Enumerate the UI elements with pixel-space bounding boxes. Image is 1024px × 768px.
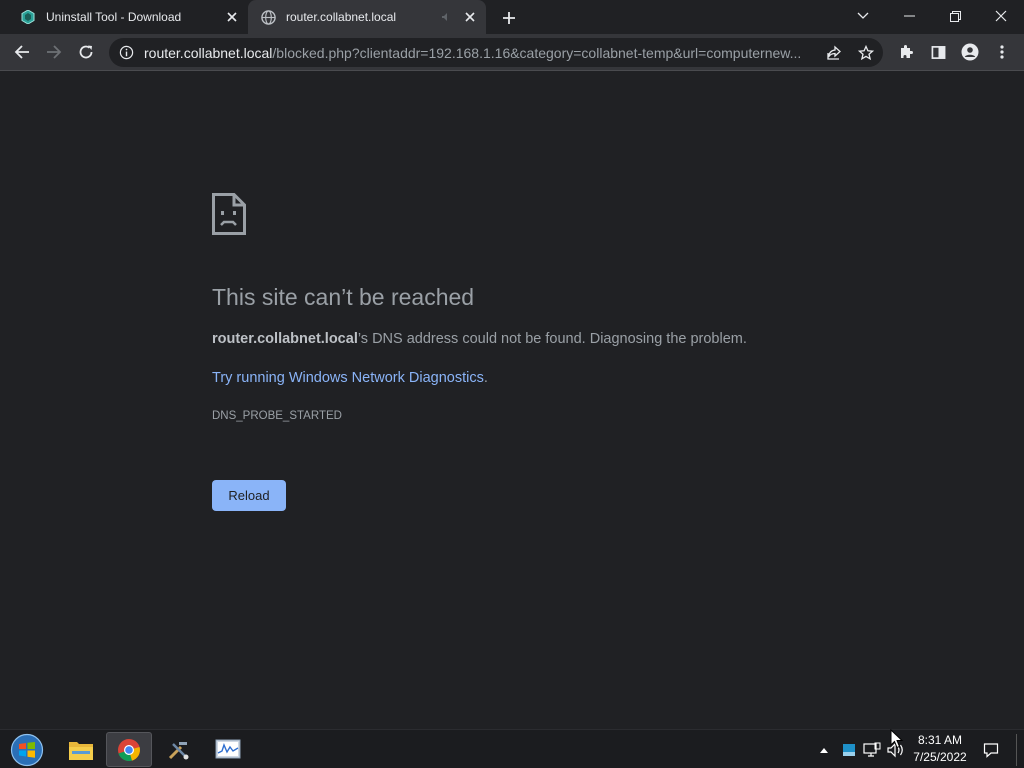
close-window-button[interactable] <box>978 0 1024 32</box>
menu-icon[interactable] <box>988 38 1016 66</box>
clock-time: 8:31 AM <box>917 733 963 747</box>
network-diagnostics-link[interactable]: Try running Windows Network Diagnostics <box>212 370 484 386</box>
page-title: This site can’t be reached <box>212 284 475 310</box>
network-diagnostics-line: Try running Windows Network Diagnostics. <box>212 370 488 386</box>
tab-uninstall-tool[interactable]: Uninstall Tool - Download <box>8 0 248 34</box>
new-tab-button[interactable] <box>498 7 520 29</box>
notifications-button[interactable] <box>980 734 1002 766</box>
audio-icon <box>440 11 452 23</box>
performance-monitor-icon <box>215 739 241 758</box>
side-panel-icon[interactable] <box>924 38 952 66</box>
url-path: /blocked.php?clientaddr=192.168.1.16&cat… <box>272 44 802 61</box>
tab-search-button[interactable] <box>840 0 886 32</box>
mouse-cursor-icon <box>890 729 904 749</box>
tray-app-button[interactable] <box>840 734 858 766</box>
error-description: router.collabnet.local’s DNS address cou… <box>212 331 747 347</box>
link-suffix: . <box>483 370 488 386</box>
performance-monitor-button[interactable] <box>205 732 251 767</box>
clock-date: 7/25/2022 <box>913 750 967 764</box>
file-explorer-button[interactable] <box>58 732 104 767</box>
network-icon <box>863 742 881 757</box>
close-tab-icon[interactable] <box>224 9 240 25</box>
reload-button[interactable]: Reload <box>212 480 286 511</box>
uninstall-tool-icon <box>20 9 36 25</box>
start-button[interactable] <box>6 732 48 767</box>
globe-icon <box>260 9 276 25</box>
profile-icon[interactable] <box>956 38 984 66</box>
windows-start-icon <box>10 733 44 766</box>
tools-icon <box>168 741 189 759</box>
tab-strip: Uninstall Tool - Download router.collabn… <box>0 0 1024 34</box>
error-code: DNS_PROBE_STARTED <box>212 410 342 422</box>
error-message: ’s DNS address could not be found. Diagn… <box>357 331 747 347</box>
error-host: router.collabnet.local <box>212 331 358 347</box>
taskbar-clock[interactable]: 8:31 AM 7/25/2022 <box>908 732 972 766</box>
notification-icon <box>983 743 999 758</box>
network-tray-button[interactable] <box>862 734 882 766</box>
bookmark-star-icon[interactable] <box>857 44 875 62</box>
tab-title: Uninstall Tool - Download <box>46 10 182 24</box>
show-hidden-icons-button[interactable] <box>816 734 832 766</box>
forward-button[interactable] <box>40 38 68 66</box>
tab-title: router.collabnet.local <box>286 10 397 24</box>
url-host: router.collabnet.local <box>144 44 273 61</box>
reload-icon[interactable] <box>72 38 100 66</box>
close-tab-icon[interactable] <box>462 9 478 25</box>
url-text[interactable]: router.collabnet.local/blocked.php?clien… <box>144 45 816 61</box>
file-explorer-icon <box>69 741 93 760</box>
address-bar[interactable]: router.collabnet.local/blocked.php?clien… <box>109 38 883 67</box>
back-button[interactable] <box>8 38 36 66</box>
taskbar: 8:31 AM 7/25/2022 <box>0 729 1024 768</box>
chrome-taskbar-button[interactable] <box>106 732 152 767</box>
error-page: This site can’t be reached router.collab… <box>0 72 1024 729</box>
restore-button[interactable] <box>932 0 978 32</box>
share-icon[interactable] <box>825 44 843 62</box>
sad-page-icon <box>212 193 246 235</box>
tab-router[interactable]: router.collabnet.local <box>248 0 486 34</box>
browser-toolbar: router.collabnet.local/blocked.php?clien… <box>0 34 1024 71</box>
show-desktop-button[interactable] <box>1016 734 1022 766</box>
chrome-icon <box>118 738 140 761</box>
chevron-up-icon <box>820 748 828 753</box>
minimize-button[interactable] <box>886 0 932 32</box>
tray-app-icon <box>843 744 855 756</box>
tools-button[interactable] <box>156 732 202 767</box>
info-icon[interactable] <box>118 45 134 61</box>
extensions-icon[interactable] <box>892 38 920 66</box>
